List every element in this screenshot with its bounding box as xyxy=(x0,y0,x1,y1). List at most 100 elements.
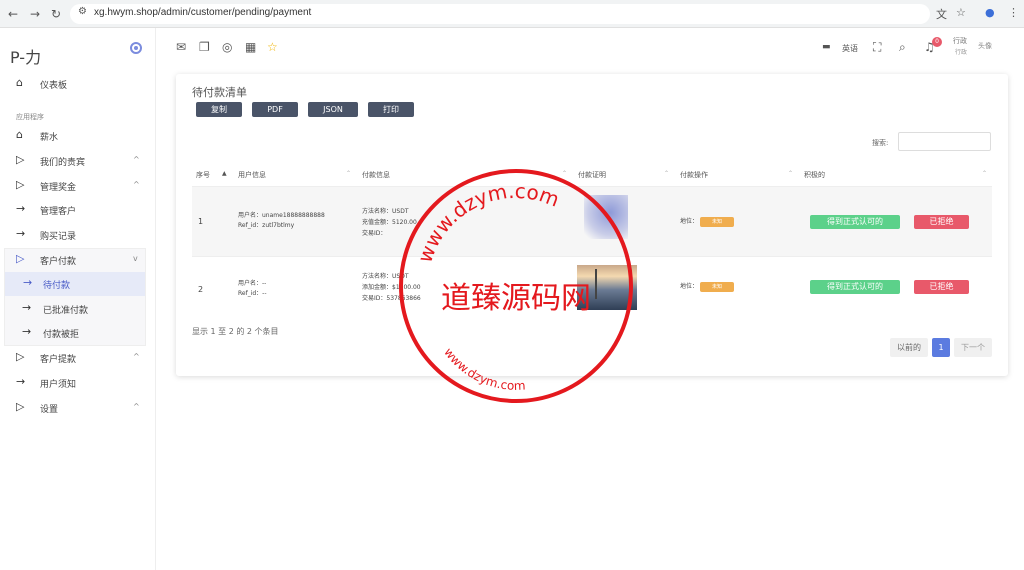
translate-icon[interactable]: 文 xyxy=(936,6,947,22)
sidebar-item-pending[interactable]: → 待付款 xyxy=(5,272,145,296)
arrow-right-icon: → xyxy=(16,202,26,215)
sidebar-item-label: 设置 xyxy=(40,405,59,415)
triangle-right-icon: ▷ xyxy=(16,178,25,191)
col-header-payment-info[interactable]: 付款信息 xyxy=(362,170,390,180)
reject-button[interactable]: 已拒绝 xyxy=(914,215,969,229)
chevron-up-icon: ^ xyxy=(133,352,140,361)
avatar[interactable]: 头像 xyxy=(978,41,992,51)
copy-button[interactable]: 复制 xyxy=(196,102,242,117)
approve-button[interactable]: 得到正式认可的 xyxy=(810,215,900,229)
check-circle-icon[interactable]: ◎ xyxy=(222,40,232,54)
sidebar-item-label: 我们的贵宾 xyxy=(40,158,86,168)
watermark-ring-top: www.dzym.com xyxy=(413,179,563,266)
sidebar-item-rejected[interactable]: → 付款被拒 xyxy=(0,321,156,345)
approve-button[interactable]: 得到正式认可的 xyxy=(810,280,900,294)
home-icon: ⌂ xyxy=(16,128,23,141)
sidebar-item-label: 已批准付款 xyxy=(43,306,89,316)
triangle-right-icon: ▷ xyxy=(16,400,25,413)
profile-icon[interactable]: ● xyxy=(985,6,995,19)
mail-icon[interactable]: ✉ xyxy=(176,40,186,54)
sidebar-item-label: 客户付款 xyxy=(40,257,77,267)
sidebar-item-label: 待付款 xyxy=(43,281,71,291)
page-title: 待付款清单 xyxy=(192,86,247,99)
browser-toolbar: ← → ↻ ⚙ xg.hwym.shop/admin/customer/pend… xyxy=(0,0,1024,28)
watermark-stamp: www.dzym.com www.dzym.com 道臻源码网 xyxy=(399,169,633,403)
triangle-right-icon: ▷ xyxy=(16,350,25,363)
sidebar-item-label: 购买记录 xyxy=(40,232,77,242)
sidebar-item-approved[interactable]: → 已批准付款 xyxy=(0,297,156,321)
sidebar-item-label: 用户须知 xyxy=(40,380,77,390)
chevron-up-icon: ^ xyxy=(133,402,140,411)
json-button[interactable]: JSON xyxy=(308,102,358,117)
pdf-button[interactable]: PDF xyxy=(252,102,298,117)
watermark-ring-bottom: www.dzym.com xyxy=(441,345,526,393)
url-text: xg.hwym.shop/admin/customer/pending/paym… xyxy=(94,7,312,18)
back-icon[interactable]: ← xyxy=(8,6,18,22)
sidebar-toggle-icon[interactable] xyxy=(130,42,142,54)
sort-icon[interactable]: ⌃ xyxy=(346,170,351,177)
chevron-up-icon: ^ xyxy=(133,155,140,164)
sidebar-item-salary[interactable]: ⌂ 薪水 xyxy=(0,124,156,148)
bookmark-star-icon[interactable]: ☆ xyxy=(956,6,966,19)
row-status-label: 地位： xyxy=(680,283,699,290)
arrow-right-icon: → xyxy=(23,276,33,289)
sidebar-item-withdraw[interactable]: ▷ 客户提款 ^ xyxy=(0,346,156,370)
sidebar-item-customers[interactable]: → 管理客户 xyxy=(0,198,156,222)
reload-icon[interactable]: ↻ xyxy=(51,6,61,22)
arrow-right-icon: → xyxy=(22,325,32,338)
fullscreen-icon[interactable]: ⛶ xyxy=(873,40,881,55)
user-role: 行政 xyxy=(953,37,967,45)
col-header-user[interactable]: 用户信息 xyxy=(238,170,266,180)
row-status-label: 地位： xyxy=(680,218,699,225)
sidebar-item-dashboard[interactable]: ⌂ 仪表板 xyxy=(0,72,156,96)
menu-dots-icon[interactable]: ⋮ xyxy=(1008,6,1019,19)
sort-icon[interactable]: ⌃ xyxy=(982,170,987,177)
sidebar-item-bonus[interactable]: ▷ 管理奖金 ^ xyxy=(0,174,156,198)
arrow-right-icon: → xyxy=(16,227,26,240)
search-label: 搜索: xyxy=(872,139,889,147)
row-seq: 2 xyxy=(198,285,204,294)
sidebar-item-customer-payment[interactable]: ▷ 客户付款 v xyxy=(0,248,156,272)
arrow-right-icon: → xyxy=(16,375,26,388)
col-header-action[interactable]: 付款操作 xyxy=(680,170,708,180)
prev-page-button[interactable]: 以前的 xyxy=(890,338,928,357)
watermark-text: 道臻源码网 xyxy=(441,281,591,316)
search-icon[interactable]: ⌕ xyxy=(899,40,906,55)
chevron-up-icon: ^ xyxy=(133,180,140,189)
app-logo[interactable]: P-力 xyxy=(10,44,41,68)
sidebar-item-label: 客户提款 xyxy=(40,355,77,365)
triangle-right-icon: ▷ xyxy=(16,252,25,265)
sidebar-item-notice[interactable]: → 用户须知 xyxy=(0,371,156,395)
arrow-right-icon: → xyxy=(22,301,32,314)
next-page-button[interactable]: 下一个 xyxy=(954,338,992,357)
notification-badge: 0 xyxy=(932,37,942,47)
col-header-active[interactable]: 积极的 xyxy=(804,170,825,180)
sidebar-item-settings[interactable]: ▷ 设置 ^ xyxy=(0,396,156,420)
sidebar-item-purchases[interactable]: → 购买记录 xyxy=(0,223,156,247)
chat-icon[interactable]: ❐ xyxy=(199,40,210,54)
us-flag-icon[interactable]: ▬ xyxy=(822,42,831,52)
address-bar[interactable]: ⚙ xg.hwym.shop/admin/customer/pending/pa… xyxy=(70,4,930,24)
reject-button[interactable]: 已拒绝 xyxy=(914,280,969,294)
print-button[interactable]: 打印 xyxy=(368,102,414,117)
status-badge: 未知 xyxy=(700,282,734,292)
status-badge: 未知 xyxy=(700,217,734,227)
star-icon[interactable]: ☆ xyxy=(267,40,278,54)
search-input[interactable] xyxy=(898,132,991,151)
row-seq: 1 xyxy=(198,217,204,226)
page-1-button[interactable]: 1 xyxy=(932,338,950,357)
row-user-name: 用户名：-- xyxy=(238,280,267,287)
sidebar-item-label: 付款被拒 xyxy=(43,330,80,340)
language-label[interactable]: 英语 xyxy=(842,43,858,54)
section-label: 应用程序 xyxy=(16,113,44,121)
calendar-icon[interactable]: ▦ xyxy=(245,40,256,54)
site-info-icon[interactable]: ⚙ xyxy=(78,6,87,17)
sidebar: P-力 ⌂ 仪表板 应用程序 ⌂ 薪水 ▷ 我们的贵宾 ^ ▷ 管理奖金 ^ →… xyxy=(0,28,156,570)
sidebar-item-vip[interactable]: ▷ 我们的贵宾 ^ xyxy=(0,149,156,173)
sort-asc-icon[interactable]: ▲ xyxy=(222,170,227,177)
sort-icon[interactable]: ⌃ xyxy=(664,170,669,177)
user-role-sub: 行政 xyxy=(955,49,968,56)
sort-icon[interactable]: ⌃ xyxy=(788,170,793,177)
forward-icon[interactable]: → xyxy=(30,6,40,22)
col-header-seq[interactable]: 序号 xyxy=(196,170,210,180)
